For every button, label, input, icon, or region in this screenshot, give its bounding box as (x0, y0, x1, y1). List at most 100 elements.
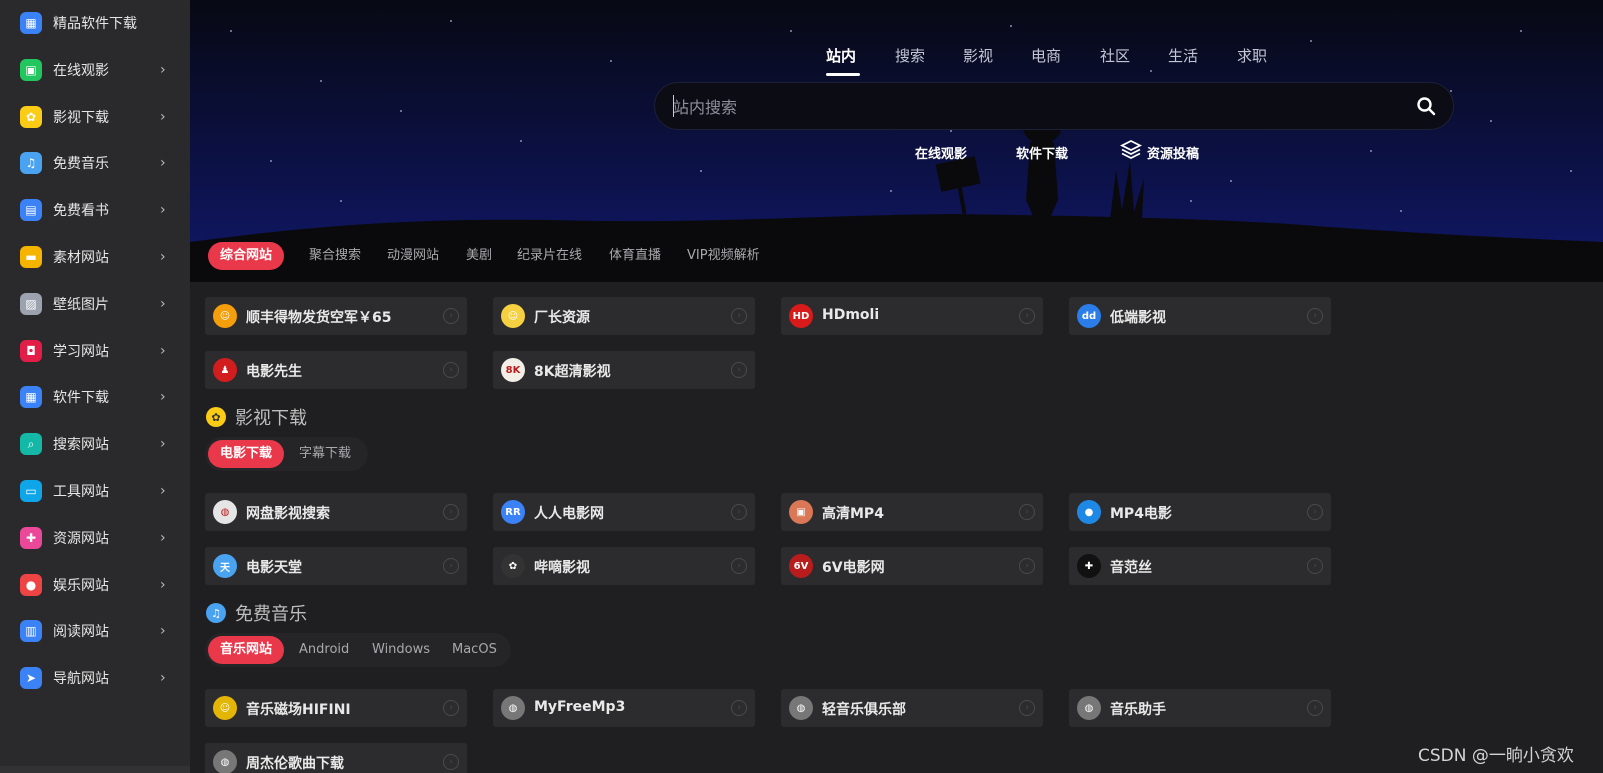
site-card[interactable]: ◍ 周杰伦歌曲下载 › (205, 743, 467, 773)
sidebar-item-15[interactable]: ➤ 导航网站 › (0, 658, 190, 698)
sidebar-item-label: 素材网站 (53, 250, 109, 266)
site-card[interactable]: ▣ 高清MP4 › (781, 493, 1043, 531)
category-tab-5[interactable]: 纪录片在线 (505, 242, 594, 270)
tab-scope-5[interactable]: 社区 (1100, 45, 1130, 66)
arrow-right-icon: › (731, 504, 747, 520)
grid-apps-icon: ▦ (20, 12, 42, 34)
navigation-icon: ➤ (20, 667, 42, 690)
tab-scope-1[interactable]: 站内 (826, 45, 856, 66)
star-decoration (400, 110, 402, 112)
search-input[interactable] (673, 95, 1373, 119)
tab-scope-7[interactable]: 求职 (1237, 45, 1267, 66)
site-card[interactable]: ◍ 轻音乐俱乐部 › (781, 689, 1043, 727)
category-tab-3[interactable]: Windows (360, 636, 442, 664)
sidebar-item-5[interactable]: ▤ 免费看书 › (0, 190, 190, 230)
site-card-title: 低端影视 (1110, 310, 1166, 326)
sidebar-item-13[interactable]: ● 娱乐网站 › (0, 565, 190, 605)
category-tab-7[interactable]: VIP视频解析 (675, 242, 772, 270)
site-card-title: 电影先生 (246, 364, 302, 380)
arrow-right-icon: › (443, 754, 459, 770)
chevron-right-icon: › (160, 155, 166, 172)
sidebar-item-14[interactable]: ▥ 阅读网站 › (0, 611, 190, 651)
orb-icon: ● (1077, 500, 1101, 524)
quick-link-submit-resource[interactable]: 资源投稿 (1147, 143, 1199, 162)
arrow-right-icon: › (443, 362, 459, 378)
category-tab-4[interactable]: 美剧 (454, 242, 504, 270)
tab-scope-2[interactable]: 搜索 (895, 45, 925, 66)
site-card[interactable]: ✿ 哔嘀影视 › (493, 547, 755, 585)
category-tab-2[interactable]: 字幕下载 (287, 440, 363, 468)
sidebar-item-label: 壁纸图片 (53, 296, 109, 313)
arrow-right-icon: › (1307, 558, 1323, 574)
site-card[interactable]: ◍ 网盘影视搜索 › (205, 493, 467, 531)
arrow-right-icon: › (443, 558, 459, 574)
quick-link-online-movies[interactable]: 在线观影 (915, 143, 967, 162)
film-reel-icon: ✿ (501, 554, 525, 578)
chevron-right-icon: › (160, 529, 166, 546)
star-decoration (700, 170, 702, 172)
site-card[interactable]: dd 低端影视 › (1069, 297, 1331, 335)
site-card-title: 厂长资源 (534, 310, 590, 326)
site-card[interactable]: ✚ 音范丝 › (1069, 547, 1331, 585)
tab-scope-4[interactable]: 电商 (1031, 45, 1061, 66)
music-note-icon: ♫ (206, 603, 226, 623)
mascot-icon: ☺ (501, 304, 525, 328)
category-tab-1[interactable]: 电影下载 (208, 440, 285, 468)
arrow-right-icon: › (443, 308, 459, 324)
sidebar-item-2[interactable]: ▣ 在线观影 › (0, 50, 190, 90)
sidebar-item-label: 工具网站 (53, 484, 109, 500)
site-card[interactable]: RR 人人电影网 › (493, 493, 755, 531)
chevron-right-icon: › (160, 483, 166, 499)
category-tab-2[interactable]: Android (287, 636, 361, 664)
tab-scope-6[interactable]: 生活 (1168, 45, 1198, 66)
site-card[interactable]: HD HDmoli › (781, 297, 1043, 335)
arrow-right-icon: › (443, 700, 459, 716)
category-tab-3[interactable]: 动漫网站 (375, 242, 451, 270)
sidebar-item-7[interactable]: ▨ 壁纸图片 › (0, 284, 190, 324)
sidebar-item-label: 导航网站 (53, 671, 109, 688)
category-tab-4[interactable]: MacOS (440, 636, 509, 664)
site-card[interactable]: ◍ 音乐助手 › (1069, 689, 1331, 727)
chevron-right-icon: › (160, 389, 166, 406)
chevron-right-icon: › (160, 670, 166, 687)
category-tab-6[interactable]: 体育直播 (597, 242, 673, 270)
quick-link-software-download[interactable]: 软件下载 (1016, 143, 1068, 162)
arrow-right-icon: › (1019, 700, 1035, 716)
category-tab-1[interactable]: 音乐网站 (208, 636, 285, 664)
sidebar-item-label: 搜索网站 (53, 437, 109, 454)
site-card[interactable]: ♟ 电影先生 › (205, 351, 467, 389)
sidebar-item-9[interactable]: ▦ 软件下载 › (0, 377, 190, 417)
site-card-title: MP4电影 (1110, 506, 1172, 522)
sidebar-item-12[interactable]: ✚ 资源网站 › (0, 518, 190, 558)
sidebar-item-11[interactable]: ▭ 工具网站 › (0, 471, 190, 511)
sidebar-item-1[interactable]: ▦ 精品软件下载 (0, 3, 190, 43)
sidebar-item-3[interactable]: ✿ 影视下载 › (0, 97, 190, 137)
site-card[interactable]: 天电影天堂 › (205, 547, 467, 585)
site-card[interactable]: ☺ 顺丰得物发货空军￥65 › (205, 297, 467, 335)
site-card[interactable]: 6V 6V电影网 › (781, 547, 1043, 585)
film-reel-icon: ✿ (20, 105, 42, 128)
sidebar-item-label: 娱乐网站 (53, 577, 109, 594)
arrow-right-icon: › (1019, 504, 1035, 520)
tab-scope-3[interactable]: 影视 (963, 45, 993, 66)
chevron-right-icon: › (160, 61, 166, 78)
star-decoration (1520, 30, 1522, 32)
sidebar-item-8[interactable]: ◘ 学习网站 › (0, 331, 190, 371)
sidebar-item-label: 学习网站 (53, 343, 109, 360)
category-tab-2[interactable]: 聚合搜索 (297, 242, 373, 270)
site-card-title: 8K超清影视 (534, 364, 611, 380)
sidebar-item-4[interactable]: ♫ 免费音乐 › (0, 143, 190, 183)
search-icon[interactable] (1416, 96, 1436, 116)
site-card[interactable]: ☺ 音乐磁场HIFINI › (205, 689, 467, 727)
arrow-right-icon: › (1019, 308, 1035, 324)
site-card[interactable]: ● MP4电影 › (1069, 493, 1331, 531)
category-tab-1[interactable]: 综合网站 (208, 242, 285, 270)
sidebar-item-10[interactable]: ⌕ 搜索网站 › (0, 424, 190, 464)
sidebar-item-label: 阅读网站 (53, 624, 109, 641)
site-card[interactable]: ☺ 厂长资源 › (493, 297, 755, 335)
tv-icon: ▣ (20, 58, 42, 81)
sidebar-item-6[interactable]: ▬ 素材网站 › (0, 237, 190, 277)
gentleman-icon: ♟ (213, 358, 237, 382)
site-card[interactable]: ◍ MyFreeMp3 › (493, 689, 755, 727)
site-card[interactable]: 8K 8K超清影视 › (493, 351, 755, 389)
